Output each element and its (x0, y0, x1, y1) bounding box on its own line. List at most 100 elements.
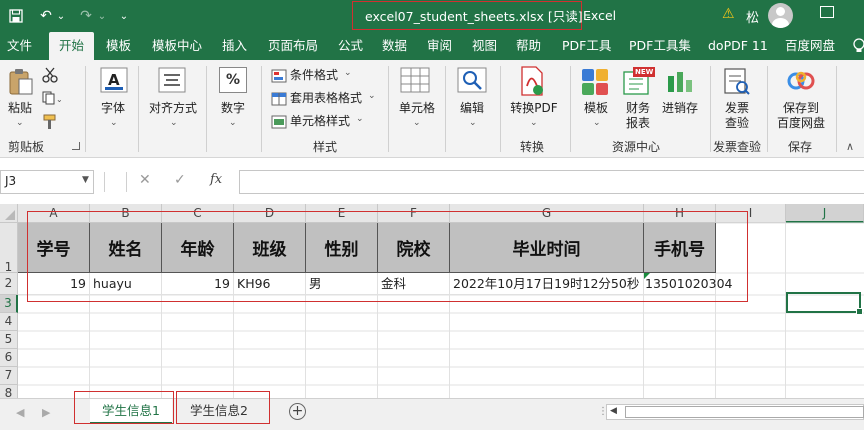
tab-pdf-toolset[interactable]: PDF工具集 (629, 32, 691, 60)
tab-dopdf[interactable]: doPDF 11 (708, 32, 768, 60)
save-baidu-label-2[interactable]: 百度网盘 (774, 116, 828, 131)
selected-cell-j3[interactable] (786, 292, 863, 315)
conditional-format-dropdown-icon[interactable]: ⌄ (344, 68, 352, 78)
tab-data[interactable]: 数据 (382, 32, 407, 60)
title-bar: ↶ ⌄ ↷ ⌄ ⌄ excel07_student_sheets.xlsx [只… (0, 0, 864, 32)
redo-dropdown-icon[interactable]: ⌄ (96, 5, 108, 27)
spreadsheet-grid: A B C D E F G H I J 1 2 3 4 5 6 7 8 学号 姓… (0, 204, 864, 398)
tab-view[interactable]: 视图 (472, 32, 497, 60)
customize-toolbar-icon[interactable]: ⌄ (118, 5, 130, 27)
add-sheet-button[interactable]: + (289, 403, 306, 420)
editing-icon[interactable] (457, 67, 487, 96)
alignment-dropdown-icon[interactable]: ⌄ (170, 118, 178, 128)
tab-review[interactable]: 审阅 (427, 32, 452, 60)
editing-label[interactable]: 编辑 (455, 101, 489, 116)
cell-style-label[interactable]: 单元格样式 (290, 114, 350, 129)
horizontal-scroll-thumb[interactable] (625, 406, 864, 418)
tab-pdf-tools[interactable]: PDF工具 (562, 32, 611, 60)
user-name[interactable]: 松 (746, 7, 759, 26)
pdf-convert-label[interactable]: 转换PDF (506, 101, 562, 116)
undo-icon[interactable]: ↶ (37, 5, 55, 27)
template-icon[interactable] (581, 68, 609, 99)
cells-label[interactable]: 单元格 (396, 101, 438, 116)
cells-icon[interactable] (400, 67, 430, 96)
undo-dropdown-icon[interactable]: ⌄ (55, 5, 67, 27)
font-icon[interactable]: A (100, 67, 128, 96)
number-label[interactable]: 数字 (216, 101, 250, 116)
finance-report-label-1[interactable]: 财务 (622, 101, 654, 116)
collapse-ribbon-icon[interactable]: ∧ (846, 140, 854, 153)
annotation-box-sheet-2 (176, 391, 270, 424)
cancel-icon[interactable]: ✕ (139, 172, 151, 188)
cells-dropdown-icon[interactable]: ⌄ (413, 118, 421, 128)
conditional-format-label[interactable]: 条件格式 (290, 68, 338, 83)
conditional-format-icon[interactable] (271, 69, 287, 86)
next-sheet-icon[interactable]: ▶ (42, 406, 50, 419)
enter-icon[interactable]: ✓ (174, 172, 186, 188)
avatar[interactable] (768, 3, 793, 28)
sheet-tab-bar: ◀ ▶ 学生信息1 学生信息2 + ⋮ ◀ (0, 391, 864, 430)
template-dropdown-icon[interactable]: ⌄ (593, 118, 601, 128)
annotation-box-sheet-1 (74, 391, 174, 424)
font-dropdown-icon[interactable]: ⌄ (110, 118, 118, 128)
pdf-convert-icon[interactable] (518, 66, 546, 99)
alignment-icon[interactable] (158, 67, 186, 96)
insert-function-icon[interactable]: fx (210, 172, 222, 187)
ribbon-tabs: 文件 开始 模板 模板中心 插入 页面布局 公式 数据 审阅 视图 帮助 PDF… (0, 32, 864, 60)
paste-dropdown-icon[interactable]: ⌄ (16, 118, 24, 128)
window-title: excel07_student_sheets.xlsx [只读] - (352, 1, 591, 30)
save-icon[interactable] (6, 5, 26, 27)
invoice-check-label-1[interactable]: 发票 (720, 101, 754, 116)
table-format-dropdown-icon[interactable]: ⌄ (368, 91, 376, 101)
format-painter-icon[interactable] (42, 114, 58, 133)
template-label[interactable]: 模板 (580, 101, 612, 116)
tab-file[interactable]: 文件 (7, 32, 32, 60)
tab-baidu-netdisk[interactable]: 百度网盘 (785, 32, 835, 60)
formula-input[interactable] (239, 170, 864, 194)
styles-group-label: 样式 (313, 140, 338, 154)
invoicing-icon[interactable] (666, 68, 694, 99)
save-baidu-label-1[interactable]: 保存到 (774, 101, 828, 116)
percent-icon[interactable]: % (219, 67, 247, 93)
copy-icon[interactable]: ⌄ (42, 91, 63, 108)
tab-insert[interactable]: 插入 (222, 32, 247, 60)
svg-text:⌄: ⌄ (56, 95, 62, 104)
number-dropdown-icon[interactable]: ⌄ (229, 118, 237, 128)
editing-dropdown-icon[interactable]: ⌄ (469, 118, 477, 128)
tab-template-center[interactable]: 模板中心 (152, 32, 202, 60)
tab-help[interactable]: 帮助 (516, 32, 541, 60)
invoicing-label[interactable]: 进销存 (660, 101, 700, 116)
ribbon: 粘贴 ⌄ ⌄ 剪贴板 A 字体 ⌄ 对齐方式 ⌄ % 数字 ⌄ 条件格式 ⌄ 套… (0, 60, 864, 158)
table-format-icon[interactable] (271, 92, 287, 109)
tab-home[interactable]: 开始 (49, 32, 95, 60)
warning-icon[interactable]: ⚠ (722, 6, 735, 22)
tab-page-layout[interactable]: 页面布局 (268, 32, 318, 60)
prev-sheet-icon[interactable]: ◀ (16, 406, 24, 419)
redo-icon[interactable]: ↷ (77, 5, 95, 27)
cut-icon[interactable] (42, 67, 58, 86)
alignment-label[interactable]: 对齐方式 (145, 101, 201, 116)
lightbulb-icon[interactable] (852, 32, 864, 60)
clipboard-launcher-icon[interactable] (72, 142, 80, 150)
cell-style-icon[interactable] (271, 115, 287, 132)
baidu-netdisk-icon[interactable] (786, 69, 816, 96)
scroll-left-icon[interactable]: ◀ (610, 406, 617, 416)
annotation-box (27, 211, 748, 302)
tab-template[interactable]: 模板 (106, 32, 131, 60)
invoice-check-icon[interactable] (723, 68, 751, 99)
paste-label[interactable]: 粘贴 (6, 101, 34, 116)
ribbon-display-options-icon[interactable] (820, 6, 834, 18)
name-box[interactable]: J3 (0, 170, 94, 194)
tab-formulas[interactable]: 公式 (338, 32, 363, 60)
resource-center-group-label: 资源中心 (612, 140, 661, 154)
paste-icon[interactable] (8, 68, 34, 99)
finance-report-label-2[interactable]: 报表 (622, 116, 654, 131)
formula-bar: J3 ▼ ✕ ✓ fx (0, 158, 864, 204)
font-label[interactable]: 字体 (95, 101, 131, 116)
pdf-convert-dropdown-icon[interactable]: ⌄ (530, 118, 538, 128)
save-group-label: 保存 (788, 140, 813, 154)
cell-style-dropdown-icon[interactable]: ⌄ (356, 114, 364, 124)
invoice-check-label-2[interactable]: 查验 (720, 116, 754, 131)
name-box-dropdown-icon[interactable]: ▼ (82, 175, 89, 185)
table-format-label[interactable]: 套用表格格式 (290, 91, 362, 106)
